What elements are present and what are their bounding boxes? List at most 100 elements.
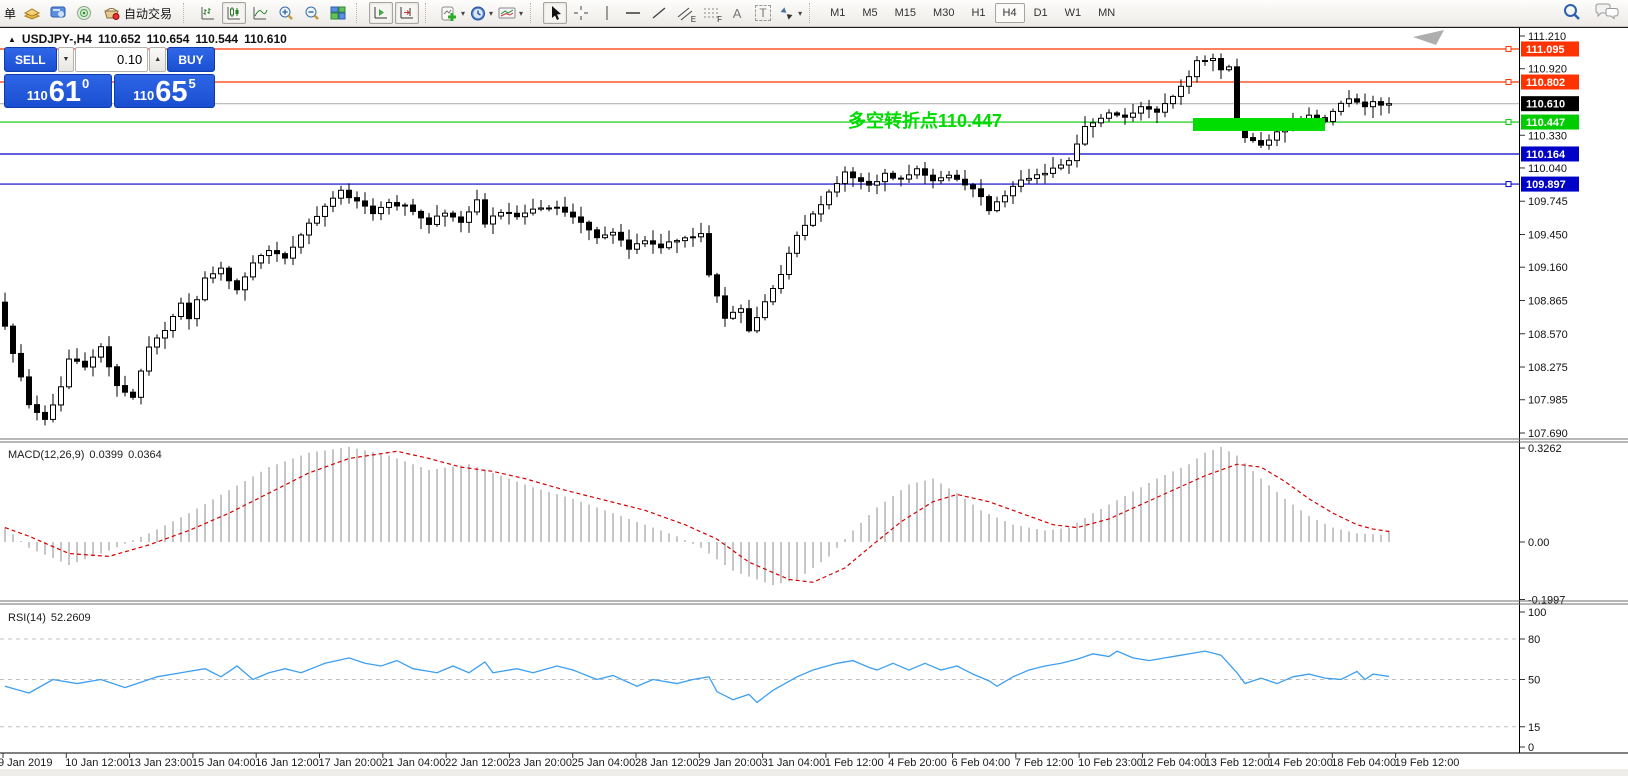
templates-button[interactable]: ▾ [496,2,524,24]
timeframe-d1-button[interactable]: D1 [1026,3,1056,23]
drop-arrow-icon [1413,30,1444,45]
dropdown-caret-icon: ▾ [489,9,493,18]
search-icon[interactable] [1562,2,1582,22]
svg-text:110.330: 110.330 [1528,130,1567,142]
candles [3,53,1392,425]
new-order-button[interactable]: 单 [2,2,18,24]
text-tool-button[interactable]: A [725,2,749,24]
tile-windows-button[interactable] [326,2,350,24]
horizontal-line-icon [624,6,642,20]
timeframe-h4-button[interactable]: H4 [995,3,1025,23]
svg-text:16 Jan 12:00: 16 Jan 12:00 [255,757,319,769]
chart-window[interactable]: 多空转折点110.447 111.210111.095110.920110.80… [0,28,1628,776]
clock-icon [469,5,487,22]
signals-icon [75,5,93,21]
svg-text:109.897: 109.897 [1526,179,1566,191]
chart-shift-button[interactable] [369,2,393,24]
trendline-icon [651,5,667,21]
svg-text:10 Jan 12:00: 10 Jan 12:00 [65,757,129,769]
candle-chart-type-button[interactable] [222,2,246,24]
svg-text:7 Feb 12:00: 7 Feb 12:00 [1015,757,1074,769]
sell-price-big: 61 [49,79,81,105]
svg-text:15: 15 [1528,722,1540,734]
svg-text:108.275: 108.275 [1528,362,1568,374]
history-center-button[interactable] [20,2,44,24]
rsi-pane[interactable] [0,639,1519,727]
indicators-button[interactable]: ▾ [438,2,466,24]
panel-toggle-icon[interactable]: ▲ [8,35,16,44]
zoom-in-icon [277,5,295,22]
price-axis[interactable]: 111.210111.095110.920110.802110.610110.4… [1520,28,1628,754]
timeframe-m15-button[interactable]: M15 [887,3,924,23]
svg-text:23 Jan 20:00: 23 Jan 20:00 [508,757,572,769]
auto-scroll-button[interactable] [395,2,419,24]
line-chart-type-button[interactable] [248,2,272,24]
svg-text:0: 0 [1528,742,1534,754]
svg-text:25 Jan 04:00: 25 Jan 04:00 [572,757,636,769]
svg-text:29 Jan 20:00: 29 Jan 20:00 [698,757,762,769]
zoom-in-button[interactable] [274,2,298,24]
toolbar-separator [183,3,191,23]
autotrading-button[interactable]: 自动交易 [98,2,177,24]
svg-text:110.802: 110.802 [1526,77,1565,89]
text-label-tool-button[interactable]: T [751,2,775,24]
timeframe-m30-button[interactable]: M30 [925,3,962,23]
tile-windows-icon [329,5,347,21]
trendline-tool-button[interactable] [647,2,671,24]
signals-button[interactable] [72,2,96,24]
chat-icon[interactable] [1594,2,1620,22]
svg-text:109.450: 109.450 [1528,230,1568,242]
macd-pane[interactable] [5,447,1389,585]
macd-label: MACD(12,26,9)0.03990.0364 [8,449,162,461]
rsi-label: RSI(14)52.2609 [8,612,91,624]
svg-text:14 Feb 20:00: 14 Feb 20:00 [1268,757,1333,769]
svg-text:13 Feb 12:00: 13 Feb 12:00 [1205,757,1270,769]
chart-canvas[interactable]: 多空转折点110.447 111.210111.095110.920110.80… [0,28,1628,776]
sell-price-box[interactable]: 110 61 0 [4,74,112,108]
svg-text:110.164: 110.164 [1526,149,1566,161]
line-handles[interactable] [1506,46,1511,186]
zoom-out-button[interactable] [300,2,324,24]
toolbar-separator [356,3,364,23]
buy-price-box[interactable]: 110 65 5 [114,74,215,108]
svg-text:107.690: 107.690 [1528,428,1568,440]
text-tool-label: A [733,6,742,21]
timeframe-h1-button[interactable]: H1 [963,3,993,23]
timeframe-m1-button[interactable]: M1 [822,3,853,23]
fibonacci-tool-button[interactable]: F [699,2,723,24]
chart-title: ▲ USDJPY-,H4 110.652 110.654 110.544 110… [8,32,287,46]
svg-text:111.095: 111.095 [1526,44,1565,56]
sell-button[interactable]: SELL [4,47,57,72]
cursor-tool-button[interactable] [543,2,567,24]
sell-price-small: 110 [27,88,48,103]
svg-text:12 Feb 04:00: 12 Feb 04:00 [1141,757,1206,769]
svg-text:100: 100 [1528,607,1546,619]
volume-increase-button[interactable]: ▲ [149,47,166,72]
community-button[interactable] [46,2,70,24]
volume-decrease-button[interactable]: ▼ [58,47,75,72]
vertical-line-tool-button[interactable] [595,2,619,24]
svg-text:107.985: 107.985 [1528,395,1568,407]
crosshair-tool-button[interactable] [569,2,593,24]
channel-tool-button[interactable]: E [673,2,697,24]
horizontal-price-lines[interactable] [0,49,1519,184]
highlight-rectangle[interactable] [1193,118,1325,131]
chart-annotation[interactable]: 多空转折点110.447 [848,110,1002,131]
chart-shift-icon [372,5,390,21]
time-axis[interactable]: 9 Jan 201910 Jan 12:0013 Jan 23:0015 Jan… [0,753,1628,769]
volume-input[interactable] [75,47,148,72]
bar-chart-type-button[interactable] [196,2,220,24]
svg-text:18 Feb 04:00: 18 Feb 04:00 [1331,757,1396,769]
timeframe-w1-button[interactable]: W1 [1057,3,1090,23]
timeframe-mn-button[interactable]: MN [1090,3,1123,23]
dropdown-caret-icon: ▾ [461,9,465,18]
text-label-tool-label: T [755,5,770,21]
periods-button[interactable]: ▾ [468,2,494,24]
buy-button[interactable]: BUY [167,47,215,72]
svg-text:28 Jan 12:00: 28 Jan 12:00 [635,757,699,769]
shapes-tool-button[interactable]: ▾ [777,2,803,24]
svg-text:110.610: 110.610 [1526,99,1565,111]
horizontal-line-tool-button[interactable] [621,2,645,24]
svg-text:9 Jan 2019: 9 Jan 2019 [0,757,52,769]
timeframe-m5-button[interactable]: M5 [854,3,885,23]
